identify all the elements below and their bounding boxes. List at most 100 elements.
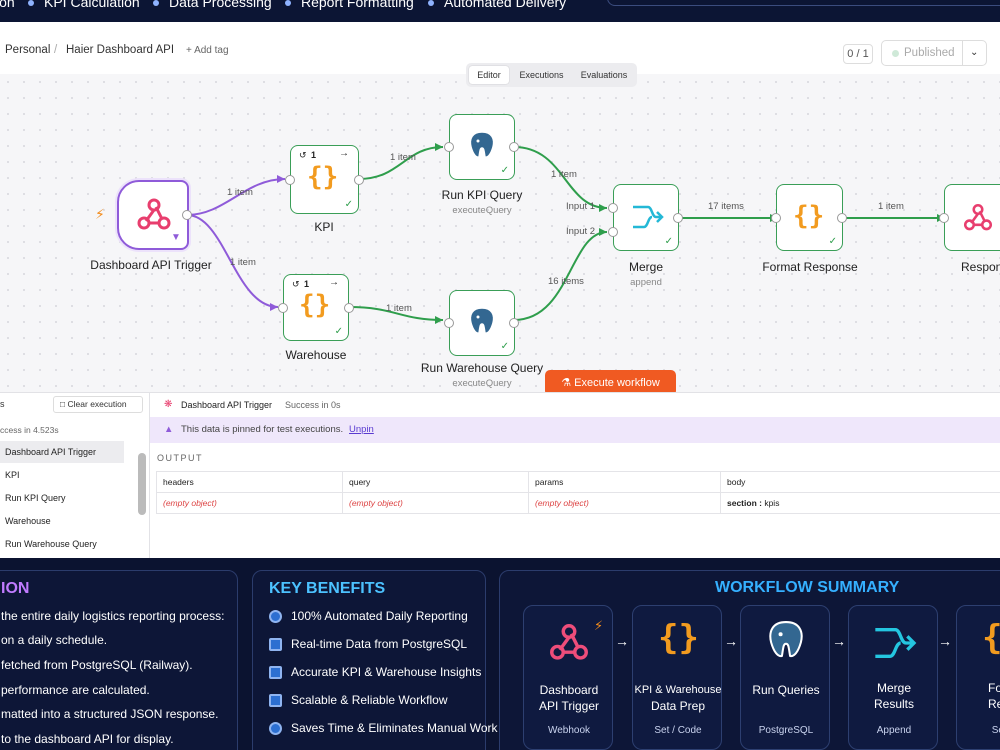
pinned-text: This data is pinned for test executions.	[181, 424, 344, 435]
tab-editor[interactable]: Editor	[469, 66, 509, 84]
node-sublabel: append	[630, 277, 662, 288]
step-subtitle: Webhook	[547, 725, 591, 736]
step-title: Results	[873, 697, 914, 711]
chevron-down-icon[interactable]: ⌄	[970, 47, 978, 58]
benefit-item: Saves Time & Eliminates Manual Work	[291, 721, 498, 735]
output-handle[interactable]	[509, 318, 519, 328]
clock-icon	[269, 610, 282, 623]
execution-item[interactable]: Dashboard API Trigger	[0, 441, 124, 463]
workflow-name[interactable]: Haier Dashboard API	[66, 44, 174, 56]
input-handle[interactable]	[444, 142, 454, 152]
code-braces-icon: {}	[658, 618, 699, 658]
lightning-icon: ⚡	[95, 206, 105, 222]
input-handle[interactable]	[608, 227, 618, 237]
step-subtitle: Append	[876, 725, 912, 736]
output-handle[interactable]	[344, 303, 354, 313]
table-cell: (empty object)	[528, 492, 721, 514]
banner-item: KPI Calculation	[28, 0, 140, 10]
breadcrumb-root[interactable]: Personal	[5, 44, 50, 56]
add-tag-button[interactable]: + Add tag	[186, 45, 229, 56]
input-handle[interactable]	[939, 213, 949, 223]
building-icon	[269, 694, 282, 707]
summary-step-trigger: ⚡ Dashboard API Trigger Webhook	[523, 605, 613, 750]
output-handle[interactable]	[182, 210, 192, 220]
tab-executions[interactable]: Executions	[513, 66, 570, 84]
check-icon: ✓	[334, 326, 343, 337]
benefit-item: Accurate KPI & Warehouse Insights	[291, 665, 482, 679]
node-warehouse[interactable]: {} 1 ↺ → ✓	[283, 274, 349, 341]
node-merge[interactable]: ✓	[613, 184, 679, 251]
step-title: API Trigger	[538, 699, 600, 713]
node-kpi[interactable]: {} 1 ↺ → ✓	[290, 145, 359, 214]
summary-step-merge: Merge Results Append	[848, 605, 938, 750]
node-label: KPI	[314, 220, 334, 234]
check-icon: ✓	[500, 341, 509, 352]
node-run-kpi-query[interactable]: ✓	[449, 114, 515, 180]
merge-icon	[875, 628, 917, 658]
node-format-response[interactable]: {} ✓	[776, 184, 843, 251]
card-title: WORKFLOW SUMMARY	[715, 579, 900, 596]
banner-item: ion	[0, 0, 15, 10]
step-title: Form	[988, 681, 1000, 695]
execution-item[interactable]: Warehouse	[0, 510, 124, 532]
execute-label: Execute workflow	[574, 377, 660, 389]
node-label: Warehouse	[285, 348, 347, 362]
benefit-item: Real-time Data from PostgreSQL	[291, 637, 468, 651]
output-panel: ❋ Dashboard API Trigger Success in 0s ▲ …	[150, 392, 1000, 558]
column-header: headers	[156, 471, 343, 493]
input-handle[interactable]	[278, 303, 288, 313]
clear-execution-label: Clear execution	[67, 399, 127, 409]
output-table: headers query params body (empty object)…	[156, 471, 1000, 514]
node-label: Run KPI Query	[441, 188, 523, 202]
database-icon	[269, 638, 282, 651]
step-title: Run Queries	[752, 683, 820, 697]
edge-label: 1 item	[230, 257, 256, 268]
code-braces-icon: {}	[793, 201, 825, 231]
input-handle[interactable]	[771, 213, 781, 223]
arrow-right-icon: →	[724, 633, 738, 649]
code-braces-icon: {}	[982, 618, 1000, 658]
pin-icon: ▼	[171, 232, 181, 243]
arrow-right-icon: →	[329, 277, 339, 288]
node-label: Respond	[960, 260, 1000, 274]
input-handle[interactable]	[608, 203, 618, 213]
execution-item[interactable]: KPI	[0, 464, 124, 486]
arrow-head	[435, 143, 443, 151]
breadcrumb-separator: /	[54, 44, 58, 56]
node-dashboard-api-trigger[interactable]: ▼	[117, 180, 189, 250]
step-subtitle: Set /	[991, 725, 1000, 736]
edge-label: Input 2	[566, 226, 596, 237]
output-handle[interactable]	[509, 142, 519, 152]
tab-evaluations[interactable]: Evaluations	[574, 66, 634, 84]
postgres-icon	[469, 307, 495, 334]
execution-item[interactable]: Run KPI Query	[0, 487, 124, 509]
published-button[interactable]: Published ⌄	[881, 40, 987, 66]
execution-log-panel: s □ Clear execution ccess in 4.523s Dash…	[0, 392, 150, 558]
check-icon: ✓	[828, 236, 837, 247]
step-subtitle: PostgreSQL	[758, 725, 814, 736]
clear-execution-button[interactable]: □ Clear execution	[53, 396, 143, 413]
edge-label: 1 item	[227, 187, 253, 198]
check-icon: ✓	[500, 165, 509, 176]
workflow-canvas[interactable]: ⚡ ▼ Dashboard API Trigger {} 1 ↺ → ✓ KPI…	[0, 74, 1000, 430]
workflow-editor: Personal / Haier Dashboard API + Add tag…	[0, 22, 1000, 558]
input-handle[interactable]	[444, 318, 454, 328]
input-handle[interactable]	[285, 175, 295, 185]
banner-frame	[607, 0, 1000, 6]
scrollbar[interactable]	[138, 453, 146, 515]
published-label: Published	[904, 47, 955, 59]
node-run-warehouse-query[interactable]: ✓	[449, 290, 515, 356]
output-handle[interactable]	[354, 175, 364, 185]
unpin-link[interactable]: Unpin	[349, 417, 374, 443]
arrow-right-icon: →	[938, 633, 952, 649]
output-node-name: Dashboard API Trigger	[181, 400, 273, 410]
node-respond[interactable]	[944, 184, 1000, 251]
output-handle[interactable]	[837, 213, 847, 223]
overview-line: the entire daily logistics reporting pro…	[1, 609, 225, 623]
summary-step-data-prep: {} KPI & Warehouse Data Prep Set / Code	[632, 605, 722, 750]
node-label: Dashboard API Trigger	[90, 258, 212, 272]
arrow-head	[277, 175, 285, 183]
output-handle[interactable]	[673, 213, 683, 223]
execution-item[interactable]: Run Warehouse Query	[0, 533, 124, 555]
step-title: Dashboard	[539, 683, 599, 697]
